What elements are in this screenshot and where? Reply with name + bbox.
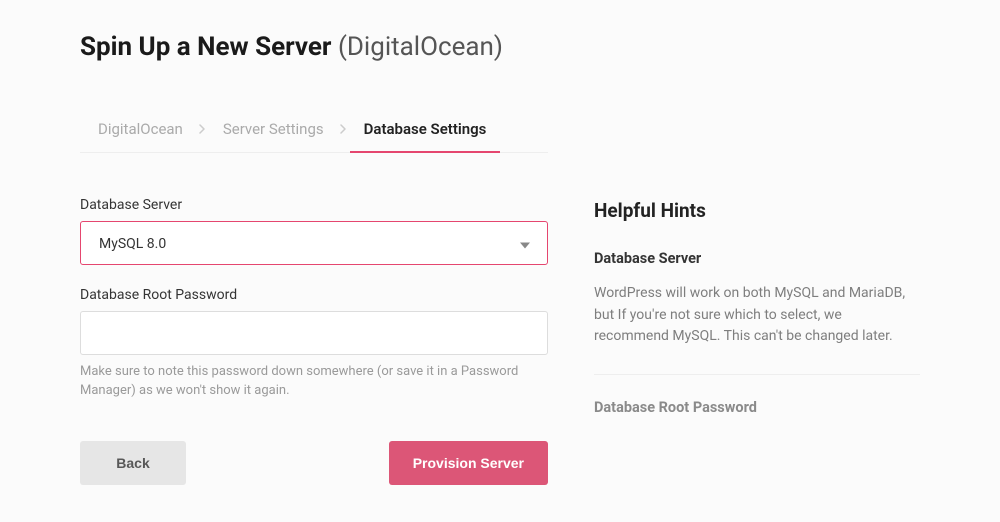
db-server-select[interactable]: MySQL 8.0 [80,221,548,265]
tab-database-settings[interactable]: Database Settings [350,108,501,152]
tab-digitalocean[interactable]: DigitalOcean [80,108,197,152]
tab-server-settings[interactable]: Server Settings [209,108,338,152]
db-root-password-helper: Make sure to note this password down som… [80,363,548,401]
page-title-main: Spin Up a New Server [80,32,331,62]
db-server-value: MySQL 8.0 [80,221,548,265]
page-title-provider: (DigitalOcean) [338,32,503,62]
chevron-right-icon [197,123,209,137]
steps-tabs: DigitalOcean Server Settings Database Se… [80,108,548,153]
divider [594,374,920,375]
hints-db-server-body: WordPress will work on both MySQL and Ma… [594,283,920,348]
page-title: Spin Up a New Server (DigitalOcean) [80,32,920,62]
hints-db-root-password-heading: Database Root Password [594,399,920,416]
hints-column: Helpful Hints Database Server WordPress … [594,197,920,485]
form-column: Database Server MySQL 8.0 Database Root … [80,197,548,485]
hints-db-server-heading: Database Server [594,250,920,267]
provision-server-button[interactable]: Provision Server [389,441,548,485]
back-button[interactable]: Back [80,441,186,485]
hints-title: Helpful Hints [594,199,920,222]
db-root-password-input[interactable] [80,311,548,355]
db-server-label: Database Server [80,197,548,213]
form-actions: Back Provision Server [80,441,548,485]
chevron-right-icon [338,123,350,137]
db-root-password-label: Database Root Password [80,287,548,303]
